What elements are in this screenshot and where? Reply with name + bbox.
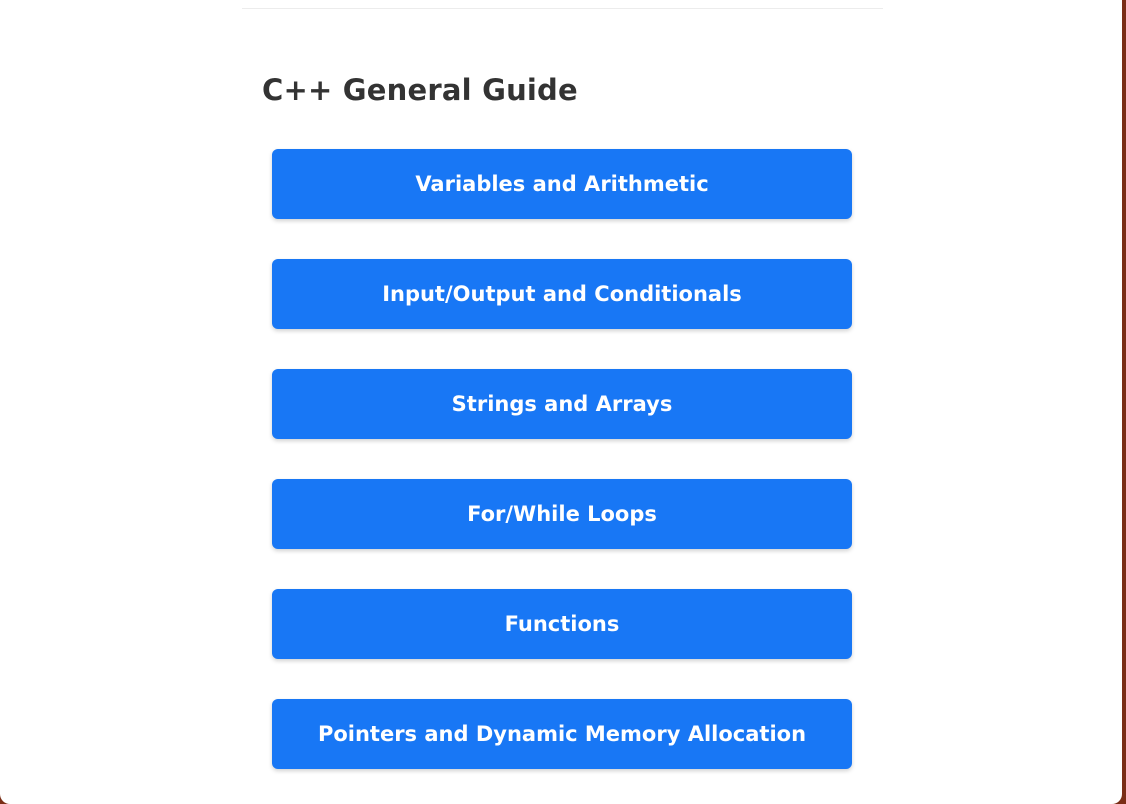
header-divider xyxy=(242,8,883,9)
topic-button-pointers-dynamic-memory[interactable]: Pointers and Dynamic Memory Allocation xyxy=(272,699,852,769)
guide-topic-list: Variables and Arithmetic Input/Output an… xyxy=(272,149,852,769)
topic-button-input-output-conditionals[interactable]: Input/Output and Conditionals xyxy=(272,259,852,329)
topic-button-variables-arithmetic[interactable]: Variables and Arithmetic xyxy=(272,149,852,219)
topic-button-strings-arrays[interactable]: Strings and Arrays xyxy=(272,369,852,439)
page-title: C++ General Guide xyxy=(262,73,578,107)
topic-button-for-while-loops[interactable]: For/While Loops xyxy=(272,479,852,549)
topic-button-functions[interactable]: Functions xyxy=(272,589,852,659)
guide-page: C++ General Guide Variables and Arithmet… xyxy=(0,0,1122,804)
